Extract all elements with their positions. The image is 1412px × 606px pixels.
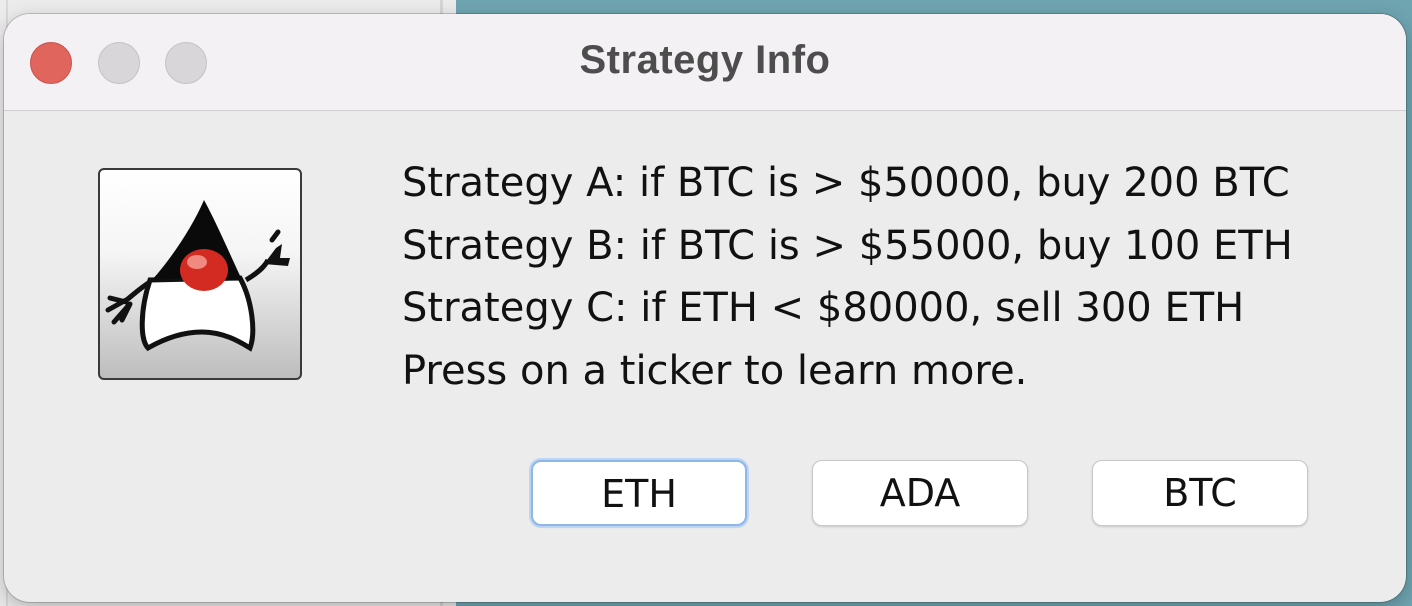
eth-button[interactable]: ETH [531, 460, 747, 526]
instruction-line: Press on a ticker to learn more. [402, 347, 1028, 394]
btc-button[interactable]: BTC [1092, 460, 1308, 526]
window-title: Strategy Info [579, 38, 831, 82]
java-duke-icon [98, 168, 302, 380]
strategy-b-line: Strategy B: if BTC is > $55000, buy 100 … [402, 222, 1293, 269]
strategy-a-line: Strategy A: if BTC is > $50000, buy 200 … [402, 160, 1290, 206]
ada-button[interactable]: ADA [812, 460, 1028, 526]
strategy-c-line: Strategy C: if ETH < $80000, sell 300 ET… [402, 285, 1245, 331]
strategy-info-dialog: Strategy Info Strategy A: if BTC is > $5… [4, 14, 1406, 602]
title-bar[interactable]: Strategy Info [4, 14, 1406, 111]
message-text: Strategy A: if BTC is > $50000, buy 200 … [402, 152, 1293, 402]
